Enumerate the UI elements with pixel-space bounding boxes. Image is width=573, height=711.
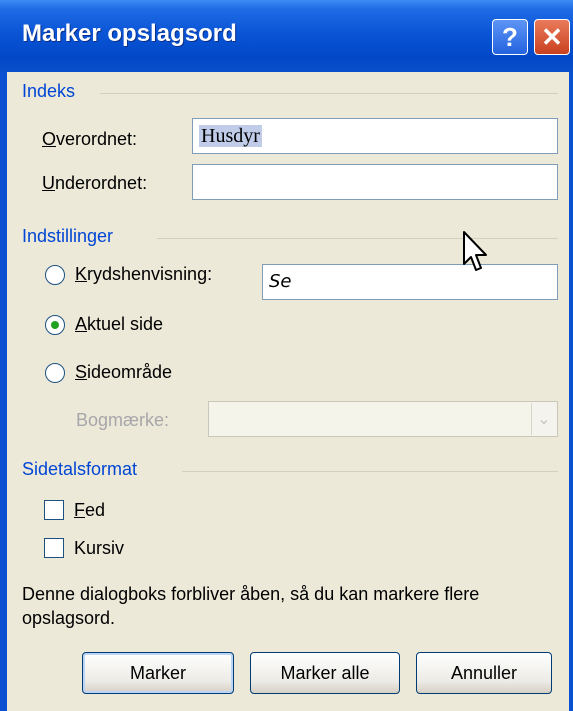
current-page-label-text: ktuel side xyxy=(87,314,164,334)
bold-checkbox[interactable] xyxy=(44,500,64,520)
info-text: Denne dialogboks forbliver åben, så du k… xyxy=(22,584,480,628)
sub-entry-label-text: nderordnet: xyxy=(55,173,148,193)
main-entry-value: Husdyr xyxy=(199,125,262,147)
page-format-group-divider xyxy=(182,471,558,472)
mouse-pointer-icon xyxy=(463,231,487,271)
page-range-label-text: ideområde xyxy=(87,362,173,382)
options-group-divider xyxy=(157,238,558,239)
page-range-radio[interactable] xyxy=(45,363,65,383)
window-border-right xyxy=(569,72,573,711)
main-entry-field[interactable]: Husdyr xyxy=(192,118,558,154)
cross-reference-label[interactable]: Krydshenvisning: xyxy=(75,264,212,285)
cross-reference-label-text: rydshenvisning: xyxy=(87,264,213,284)
close-button[interactable]: ✕ xyxy=(534,19,570,55)
page-format-group-label: Sidetalsformat xyxy=(22,459,138,479)
mark-button[interactable]: Marker xyxy=(82,652,234,694)
cross-reference-value: Se xyxy=(269,271,292,292)
cancel-button[interactable]: Annuller xyxy=(416,652,552,694)
current-page-label[interactable]: Aktuel side xyxy=(75,314,163,335)
chevron-down-icon[interactable]: ⌄ xyxy=(531,403,556,435)
help-icon: ? xyxy=(502,22,518,52)
bold-label-text: ed xyxy=(85,500,106,520)
cross-reference-field[interactable]: Se xyxy=(262,264,558,300)
help-button[interactable]: ? xyxy=(492,19,528,55)
main-entry-label: Overordnet: xyxy=(42,129,138,149)
main-entry-label-text: verordnet: xyxy=(56,129,138,149)
mark-all-button[interactable]: Marker alle xyxy=(250,652,400,694)
index-group-label: Indeks xyxy=(22,81,76,101)
mark-index-entry-dialog: Marker opslagsord ? ✕ Indeks Overordnet:… xyxy=(0,0,573,711)
bookmark-combobox[interactable]: ⌄ xyxy=(208,401,558,437)
close-icon: ✕ xyxy=(541,22,563,52)
dialog-title: Marker opslagsord xyxy=(22,20,237,47)
index-group-divider xyxy=(100,93,558,94)
window-border-left xyxy=(0,72,7,711)
sub-entry-field[interactable] xyxy=(192,164,558,200)
page-range-label[interactable]: Sideområde xyxy=(75,362,172,383)
bold-label[interactable]: Fed xyxy=(74,500,105,521)
radio-selected-dot xyxy=(51,321,59,329)
bookmark-label: Bogmærke: xyxy=(76,410,170,430)
italic-label[interactable]: Kursiv xyxy=(74,538,124,559)
current-page-radio[interactable] xyxy=(45,315,65,335)
sub-entry-label: Underordnet: xyxy=(42,173,148,193)
options-group-label: Indstillinger xyxy=(22,226,114,246)
cross-reference-radio[interactable] xyxy=(45,265,65,285)
title-bar[interactable]: Marker opslagsord ? ✕ xyxy=(0,0,573,72)
italic-checkbox[interactable] xyxy=(44,538,64,558)
